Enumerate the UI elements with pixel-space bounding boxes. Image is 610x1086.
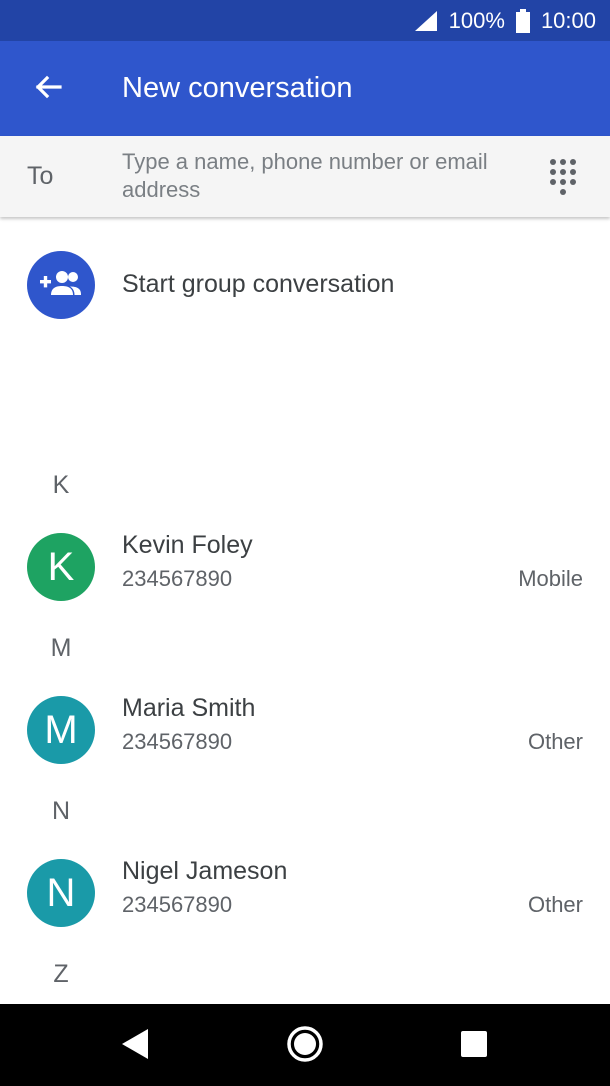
group-avatar xyxy=(27,251,95,319)
nav-back-button[interactable] xyxy=(107,1018,163,1074)
contact-number: 234567890 xyxy=(122,892,233,917)
section-header-n: N xyxy=(51,797,71,825)
status-time: 10:00 xyxy=(540,7,596,33)
recipient-input[interactable]: Type a name, phone number or email addre… xyxy=(122,148,522,204)
avatar: M xyxy=(27,696,95,764)
contact-type: Other xyxy=(527,892,583,917)
contact-name: Kevin Foley xyxy=(122,531,253,559)
contact-type: Other xyxy=(527,729,583,754)
signal-icon xyxy=(413,10,439,32)
contact-number: 234567890 xyxy=(122,729,233,754)
battery-icon xyxy=(515,8,531,33)
page-title: New conversation xyxy=(122,72,353,104)
contact-row-kevin-foley[interactable]: K Kevin Foley 234567890 Mobile xyxy=(0,525,610,615)
app-bar: New conversation xyxy=(0,41,610,136)
avatar: K xyxy=(27,533,95,601)
navigation-bar xyxy=(0,1004,610,1086)
nav-home-icon xyxy=(285,1024,325,1069)
dialpad-icon xyxy=(540,159,586,204)
recipient-bar: To Type a name, phone number or email ad… xyxy=(0,136,610,217)
contact-name: Nigel Jameson xyxy=(122,857,288,885)
contact-number: 234567890 xyxy=(122,566,233,591)
contact-row-maria-smith[interactable]: M Maria Smith 234567890 Other xyxy=(0,688,610,778)
group-add-icon xyxy=(39,268,83,303)
contact-type: Mobile xyxy=(518,566,583,591)
dialpad-button[interactable] xyxy=(540,154,586,200)
section-header-z: Z xyxy=(53,960,69,988)
avatar: N xyxy=(27,859,95,927)
contact-name: Maria Smith xyxy=(122,694,256,722)
to-label: To xyxy=(27,162,54,190)
back-button[interactable] xyxy=(22,66,74,112)
status-bar: 100% 10:00 xyxy=(0,0,610,41)
nav-back-icon xyxy=(120,1027,150,1066)
group-conversation-label: Start group conversation xyxy=(122,270,395,298)
nav-recents-icon xyxy=(460,1030,488,1063)
section-header-k: K xyxy=(52,471,70,499)
nav-recents-button[interactable] xyxy=(446,1018,502,1074)
section-header-m: M xyxy=(50,634,72,662)
nav-home-button[interactable] xyxy=(277,1018,333,1074)
contact-row-nigel-jameson[interactable]: N Nigel Jameson 234567890 Other xyxy=(0,851,610,941)
arrow-back-icon xyxy=(34,75,62,104)
start-group-conversation[interactable]: Start group conversation xyxy=(0,236,610,336)
battery-level: 100% xyxy=(448,7,505,33)
status-right: 100% 10:00 xyxy=(413,0,596,41)
